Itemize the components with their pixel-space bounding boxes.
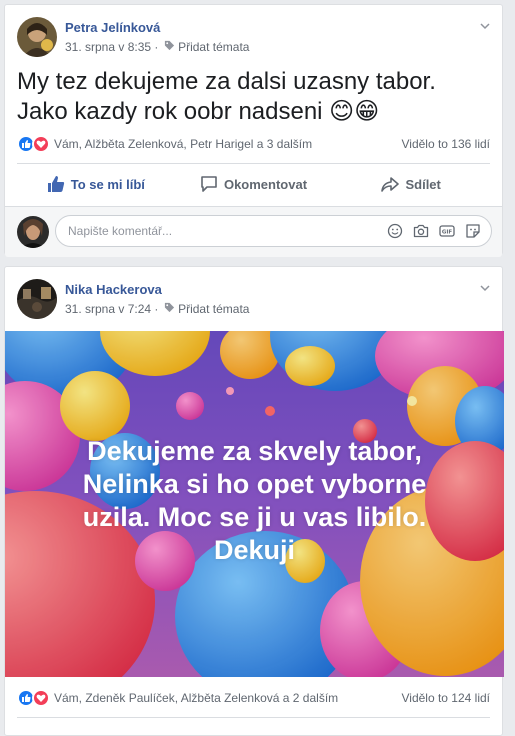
author-avatar[interactable]	[17, 279, 57, 319]
gif-icon[interactable]: GIF	[439, 223, 455, 239]
like-label: To se mi líbí	[70, 176, 145, 192]
post-timestamp[interactable]: 31. srpna v 7:24	[65, 302, 151, 316]
post-text-line: My tez dekujeme za dalsi uzasny tabor.	[17, 68, 436, 95]
author-avatar[interactable]	[17, 17, 57, 57]
add-topics-link[interactable]: Přidat témata	[178, 40, 249, 54]
author-name[interactable]: Petra Jelínková	[65, 20, 160, 35]
meta-separator: ·	[154, 302, 162, 316]
divider	[17, 163, 490, 164]
comment-tools: GIF	[387, 223, 481, 239]
like-icon	[47, 176, 64, 192]
comment-placeholder: Napište komentář...	[68, 224, 173, 238]
comment-input[interactable]: Napište komentář... GIF	[55, 215, 492, 247]
banner-text-line: Dekujeme za skvely tabor,	[87, 436, 422, 466]
share-label: Sdílet	[405, 176, 441, 192]
action-bar: To se mi líbí Okomentovat Sdílet	[17, 168, 490, 200]
comment-button[interactable]: Okomentovat	[175, 168, 333, 200]
chevron-down-icon[interactable]	[480, 283, 490, 293]
reactions-summary[interactable]: Vám, Alžběta Zelenková, Petr Harigel a 3…	[17, 135, 312, 153]
share-icon	[381, 177, 400, 192]
views-count: Vidělo to 124 lidí	[401, 691, 490, 705]
post-text-line: Jako kazdy rok oobr nadseni 😊😁	[17, 98, 380, 125]
post-timestamp[interactable]: 31. srpna v 8:35	[65, 40, 151, 54]
post-card: Nika Hackerova 31. srpna v 7:24 · Přidat…	[4, 266, 504, 736]
banner-text-line: uzila. Moc se ji u vas libilo.	[82, 502, 427, 532]
heart-icon	[32, 135, 50, 153]
share-button[interactable]: Sdílet	[332, 168, 490, 200]
author-name[interactable]: Nika Hackerova	[65, 282, 162, 297]
comment-label: Okomentovat	[223, 176, 308, 192]
svg-text:GIF: GIF	[442, 229, 453, 235]
like-button[interactable]: To se mi líbí	[17, 168, 175, 200]
reactions-summary[interactable]: Vám, Zdeněk Paulíček, Alžběta Zelenková …	[17, 689, 338, 707]
reactions-text: Vám, Zdeněk Paulíček, Alžběta Zelenková …	[54, 691, 339, 705]
comment-icon	[201, 176, 217, 192]
heart-icon	[32, 689, 50, 707]
background-text-post[interactable]: Dekujeme za skvely tabor, Nelinka si ho …	[5, 331, 504, 677]
banner-text-line: Nelinka si ho opet vyborne	[82, 469, 427, 499]
emoji-icon[interactable]	[387, 223, 403, 239]
comment-composer: Napište komentář... GIF	[5, 206, 502, 257]
camera-icon[interactable]	[413, 223, 429, 239]
views-count: Vidělo to 136 lidí	[401, 137, 490, 151]
tag-icon	[164, 302, 174, 313]
tag-icon	[164, 40, 174, 51]
chevron-down-icon[interactable]	[480, 21, 490, 31]
post-meta: 31. srpna v 8:35 · Přidat témata	[65, 40, 249, 54]
add-topics-link[interactable]: Přidat témata	[178, 302, 249, 316]
post-meta: 31. srpna v 7:24 · Přidat témata	[65, 302, 249, 316]
post-text: My tez dekujeme za dalsi uzasny tabor. J…	[17, 67, 436, 127]
divider	[17, 717, 490, 718]
user-avatar[interactable]	[17, 216, 49, 248]
banner-text: Dekujeme za skvely tabor, Nelinka si ho …	[5, 435, 504, 567]
meta-separator: ·	[154, 40, 162, 54]
post-card: Petra Jelínková 31. srpna v 8:35 · Přida…	[4, 4, 503, 257]
sticker-icon[interactable]	[465, 223, 481, 239]
reactions-text: Vám, Alžběta Zelenková, Petr Harigel a 3…	[54, 137, 313, 151]
banner-text-line: Dekuji	[213, 535, 296, 565]
